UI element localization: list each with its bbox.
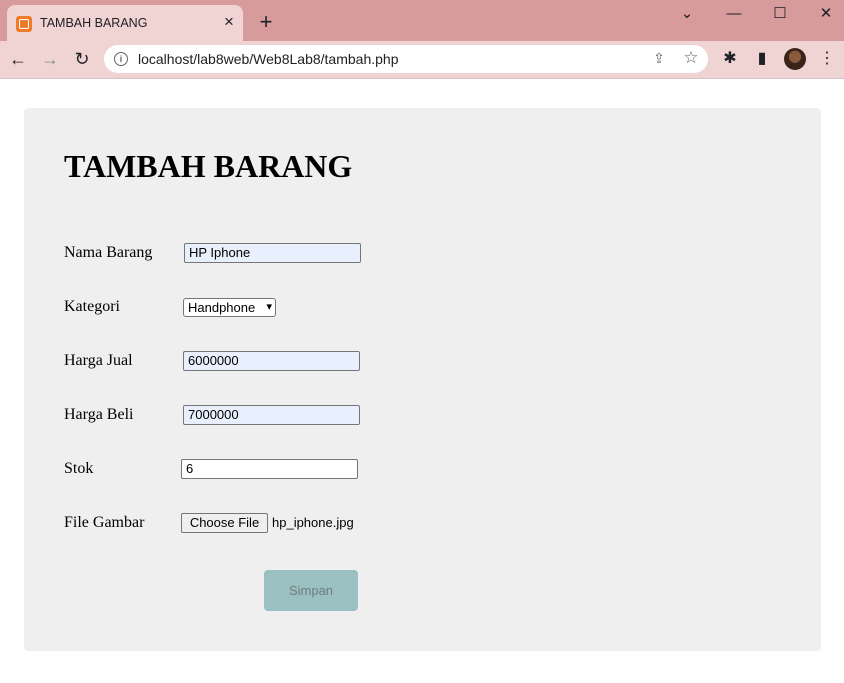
stok-input[interactable]: 6 <box>181 459 358 479</box>
url-text[interactable]: localhost/lab8web/Web8Lab8/tambah.php <box>138 51 398 67</box>
maximize-icon[interactable]: ☐ <box>765 4 795 24</box>
tab-search-chevron-icon[interactable]: ⌄ <box>672 4 702 24</box>
harga-beli-label: Harga Beli <box>64 406 134 423</box>
browser-toolbar: ← → ↻ i localhost/lab8web/Web8Lab8/tamba… <box>0 41 844 79</box>
bookmark-star-icon[interactable]: ☆ <box>681 48 701 68</box>
harga-beli-input[interactable]: 7000000 <box>183 405 360 425</box>
profile-avatar[interactable] <box>784 48 806 70</box>
kategori-select[interactable]: Handphone ▾ <box>183 298 276 317</box>
menu-icon[interactable]: ⋮ <box>817 49 837 69</box>
address-bar[interactable]: i localhost/lab8web/Web8Lab8/tambah.php … <box>104 45 708 73</box>
side-panel-icon[interactable]: ▮ <box>752 49 772 69</box>
choose-file-button[interactable]: Choose File <box>181 513 268 533</box>
window-close-icon[interactable]: ✕ <box>811 4 841 24</box>
file-gambar-label: File Gambar <box>64 514 145 531</box>
kategori-selected-value: Handphone <box>188 300 256 315</box>
kategori-label: Kategori <box>64 298 120 315</box>
new-tab-icon[interactable]: + <box>256 11 276 33</box>
nama-barang-label: Nama Barang <box>64 244 153 261</box>
chevron-down-icon: ▾ <box>266 301 272 313</box>
selected-file-name: hp_iphone.jpg <box>272 515 354 530</box>
reload-icon[interactable]: ↻ <box>70 47 94 71</box>
tab-title: TAMBAH BARANG <box>40 16 148 30</box>
minimize-icon[interactable]: — <box>719 4 749 24</box>
form-card: TAMBAH BARANG Nama Barang HP Iphone Kate… <box>24 108 821 651</box>
harga-jual-input[interactable]: 6000000 <box>183 351 360 371</box>
simpan-button[interactable]: Simpan <box>264 570 358 611</box>
xampp-favicon-icon <box>16 16 32 32</box>
stok-label: Stok <box>64 460 94 477</box>
harga-jual-label: Harga Jual <box>64 352 133 369</box>
page-title: TAMBAH BARANG <box>64 148 353 184</box>
browser-tab[interactable]: TAMBAH BARANG × <box>7 5 243 41</box>
back-icon[interactable]: ← <box>6 47 30 71</box>
forward-icon[interactable]: → <box>38 47 62 71</box>
tab-strip: TAMBAH BARANG × + ⌄ — ☐ ✕ <box>0 0 844 41</box>
site-info-icon[interactable]: i <box>114 52 128 66</box>
extensions-icon[interactable]: ✱ <box>720 49 740 69</box>
nama-barang-input[interactable]: HP Iphone <box>184 243 361 263</box>
tab-close-icon[interactable]: × <box>220 13 238 31</box>
share-icon[interactable]: ⇪ <box>650 50 668 68</box>
